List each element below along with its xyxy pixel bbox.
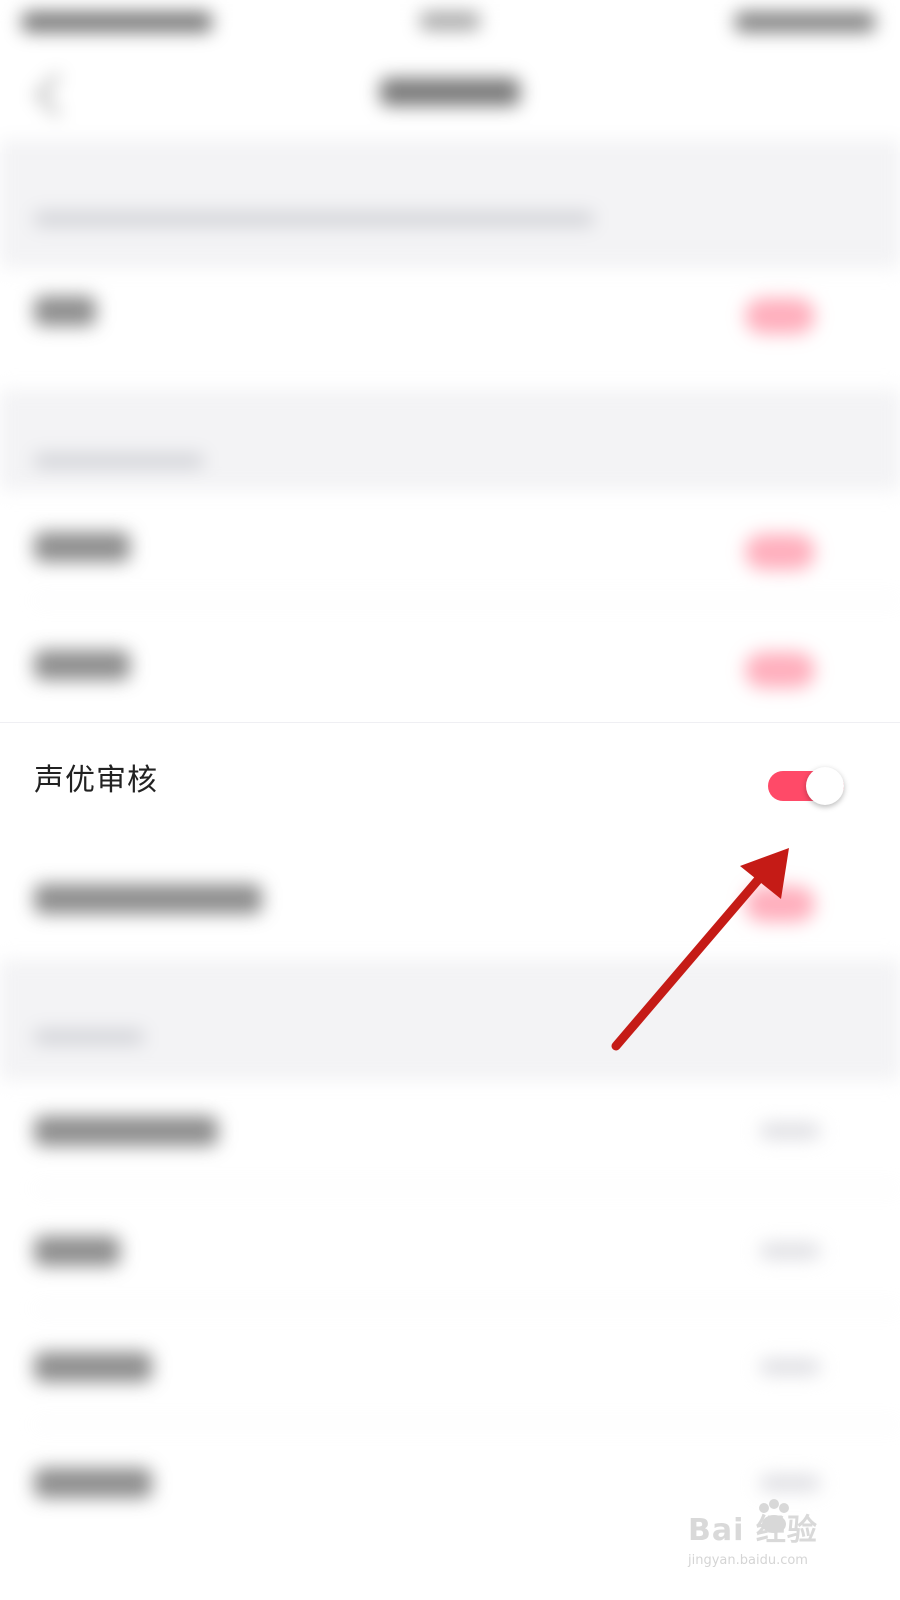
setting-toggle-3[interactable]	[745, 652, 815, 688]
section-hint-bottom	[34, 1030, 144, 1044]
status-carrier	[22, 12, 212, 32]
setting-toggle-2[interactable]	[745, 534, 815, 570]
menu-row-value-2	[760, 1244, 820, 1258]
menu-row-value-3	[760, 1360, 820, 1374]
setting-row-label-1	[34, 296, 96, 326]
voice-actor-review-toggle[interactable]	[768, 767, 844, 805]
setting-toggle-1[interactable]	[745, 298, 815, 334]
settings-screen: 声优审核 Bai 经验 jingyan.baidu.com	[0, 0, 900, 1600]
menu-row-label-2	[34, 1236, 120, 1266]
paw-icon	[759, 1499, 789, 1533]
voice-actor-review-row[interactable]: 声优审核	[0, 722, 900, 841]
section-gap-top	[0, 140, 900, 268]
row-divider	[34, 1308, 900, 1309]
menu-row-value-4	[760, 1476, 820, 1490]
status-time	[420, 12, 480, 30]
voice-actor-review-label: 声优审核	[34, 763, 158, 798]
setting-row-label-5	[34, 884, 262, 914]
section-hint-middle	[34, 454, 204, 468]
status-bar	[0, 0, 900, 50]
toggle-knob	[806, 767, 844, 805]
status-battery	[735, 12, 875, 32]
section-gap-bottom	[0, 960, 900, 1080]
menu-row-label-1	[34, 1116, 218, 1146]
row-divider	[34, 600, 900, 601]
page-title	[380, 78, 520, 106]
menu-row-label-3	[34, 1352, 152, 1382]
row-divider	[34, 1188, 900, 1189]
row-divider	[34, 1424, 900, 1425]
baidu-jingyan-watermark: Bai 经验 jingyan.baidu.com	[688, 1499, 858, 1575]
section-hint-top	[34, 212, 594, 226]
setting-toggle-5[interactable]	[745, 886, 815, 922]
section-gap-middle	[0, 390, 900, 490]
watermark-site: jingyan.baidu.com	[688, 1553, 808, 1568]
menu-row-label-4	[34, 1468, 152, 1498]
setting-row-label-2	[34, 532, 130, 562]
menu-row-value-1	[760, 1124, 820, 1138]
setting-row-label-3	[34, 650, 130, 680]
